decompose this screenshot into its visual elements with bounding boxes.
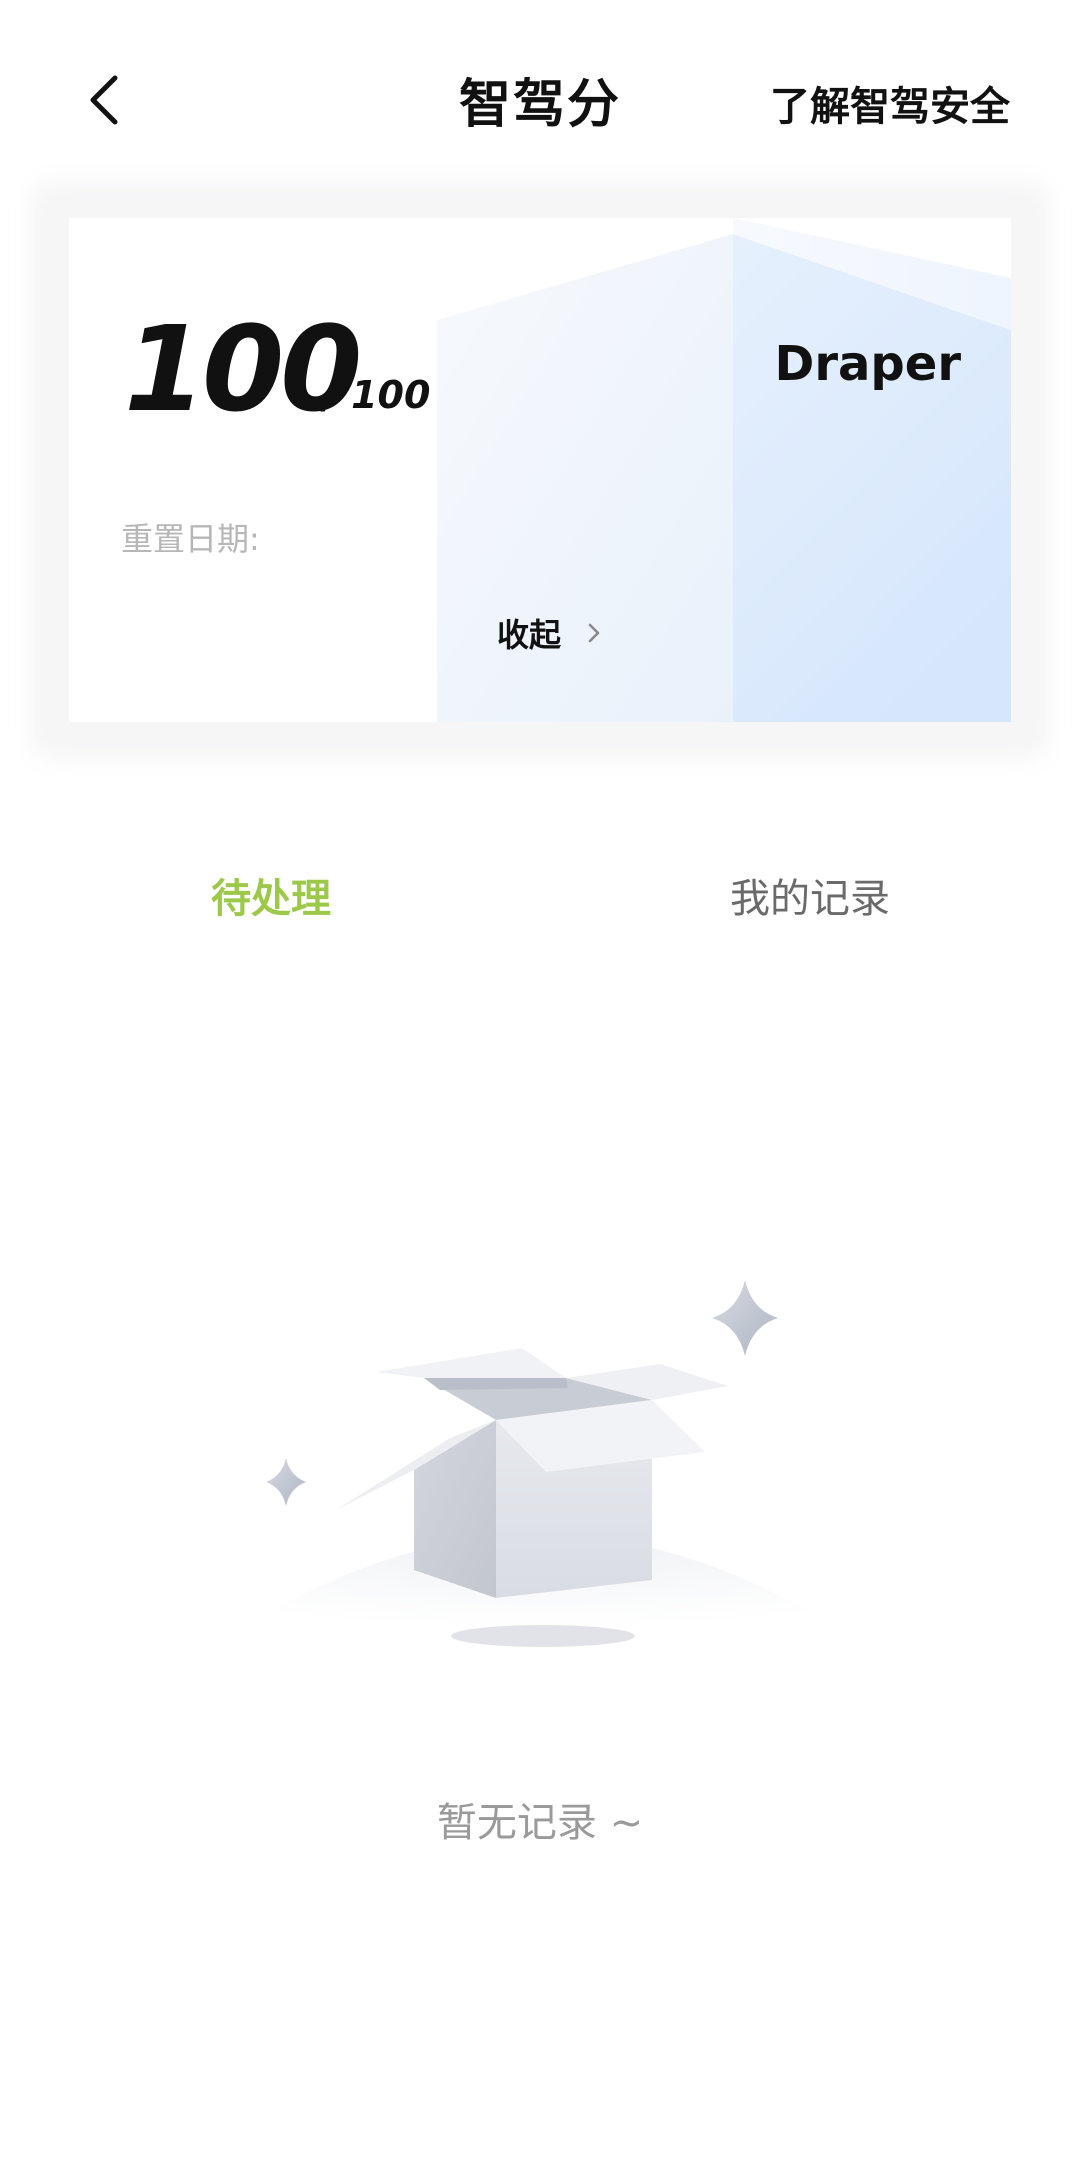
empty-state-message: 暂无记录 ~ [436, 1800, 644, 1846]
header: 智驾分 了解智驾安全 [0, 0, 1080, 200]
username: Draper [774, 336, 962, 392]
tab-pending[interactable]: 待处理 [211, 866, 331, 924]
collapse-button[interactable]: 收起 [497, 608, 601, 658]
collapse-label: 收起 [497, 616, 562, 654]
learn-safety-link[interactable]: 了解智驾安全 [770, 74, 1010, 132]
score-max: / 100 [324, 373, 431, 417]
tab-my-records[interactable]: 我的记录 [730, 866, 890, 924]
open-box-icon [210, 1280, 870, 1650]
reset-date-label: 重置日期: [121, 520, 260, 558]
chevron-right-icon [588, 623, 600, 643]
score-card: 100 / 100 Draper 重置日期: 收起 [69, 218, 1011, 722]
